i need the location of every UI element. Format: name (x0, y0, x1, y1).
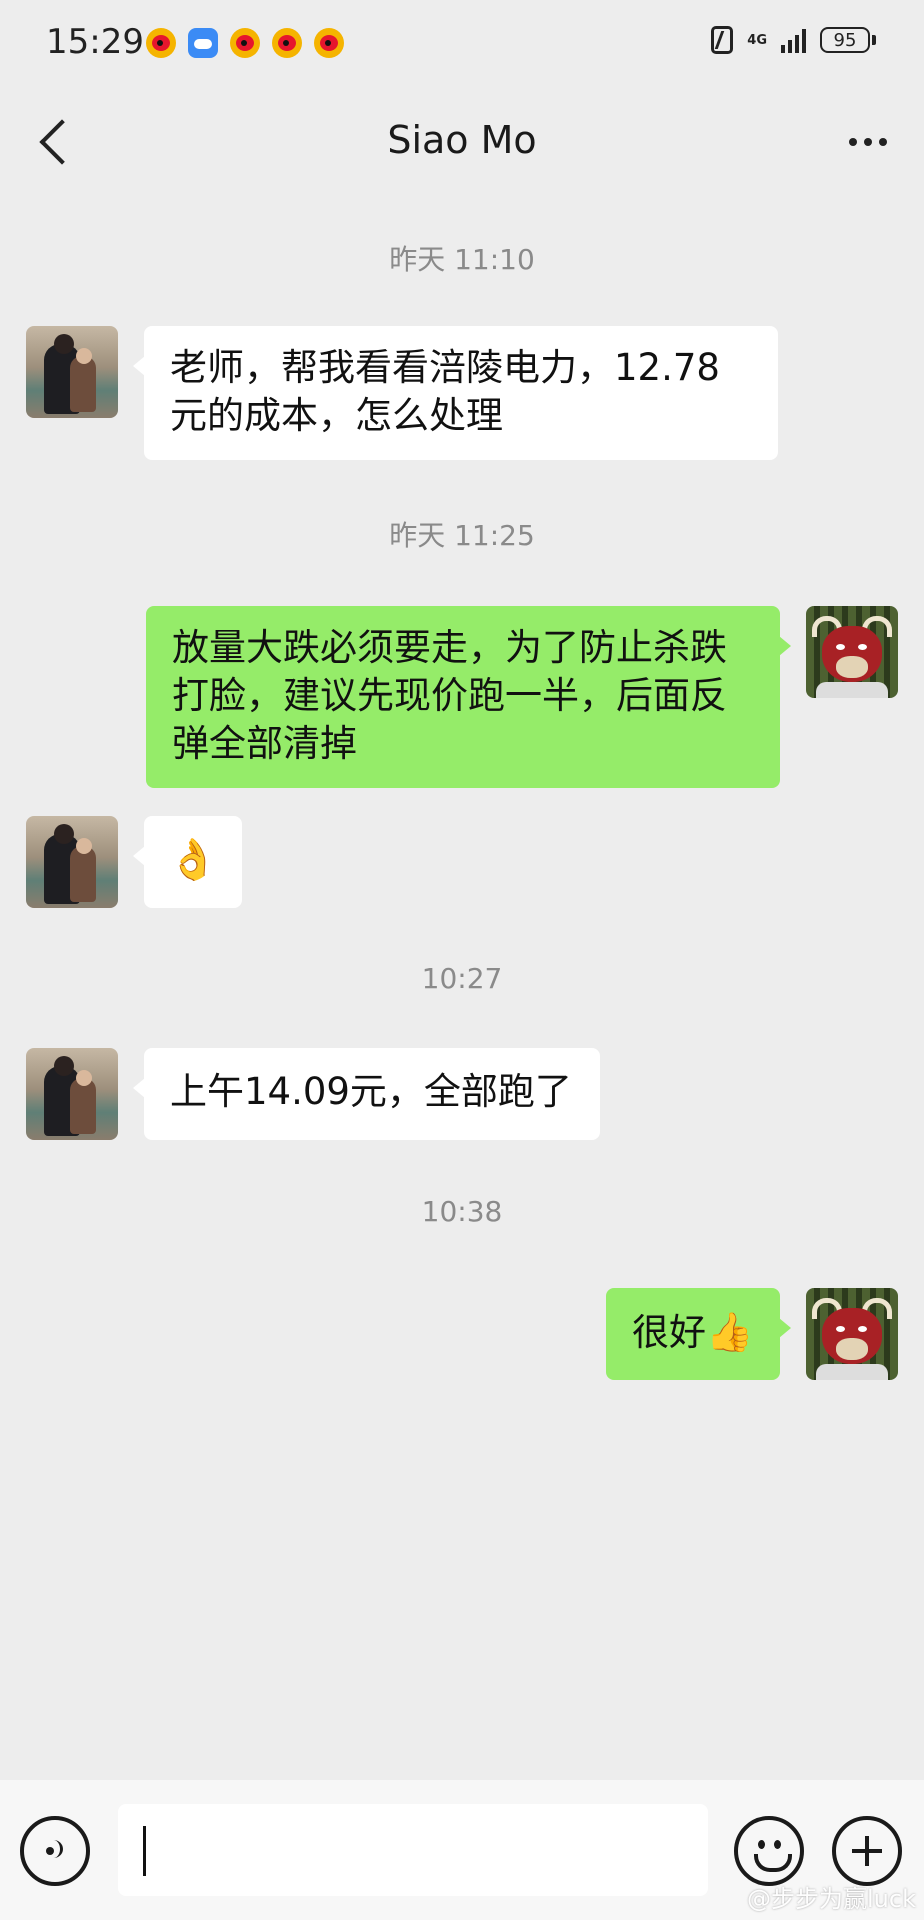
ok-hand-emoji: 👌 (168, 837, 218, 883)
thumbs-up-emoji: 👍 (706, 1310, 754, 1354)
chat-header: Siao Mo (0, 96, 924, 192)
message-text: 很好 (632, 1311, 706, 1354)
battery-icon: 95 (820, 27, 876, 53)
status-bar: 15:29 4G 95 (0, 0, 924, 88)
weibo-icon (230, 28, 260, 58)
notification-icons (146, 28, 344, 58)
message-timestamp: 10:38 (421, 1195, 503, 1228)
message-input[interactable] (118, 1804, 708, 1896)
message-timestamp: 昨天 11:10 (389, 243, 535, 276)
message-timestamp: 昨天 11:25 (389, 519, 535, 552)
outgoing-message-bubble[interactable]: 很好👍 (606, 1288, 791, 1380)
my-avatar[interactable] (806, 1288, 898, 1380)
my-avatar[interactable] (806, 606, 898, 698)
signal-icon (781, 27, 806, 53)
status-time: 15:29 (46, 22, 144, 62)
incoming-message-bubble[interactable]: 上午14.09元，全部跑了 (133, 1048, 600, 1140)
contact-avatar[interactable] (26, 816, 118, 908)
cloud-icon (188, 28, 218, 58)
battery-level: 95 (820, 27, 870, 53)
watermark: @步步为赢luck (747, 1885, 916, 1913)
chat-input-bar: @步步为赢luck (0, 1780, 924, 1920)
weibo-icon (146, 28, 176, 58)
system-icons: 4G 95 (711, 26, 876, 54)
nfc-icon (711, 26, 734, 54)
contact-avatar[interactable] (26, 326, 118, 418)
more-options-button[interactable] (836, 122, 900, 162)
voice-input-button[interactable] (20, 1816, 90, 1886)
voice-icon (42, 1838, 68, 1864)
incoming-emoji-bubble[interactable]: 👌 (133, 816, 242, 908)
text-caret (143, 1826, 146, 1876)
emoji-button[interactable] (734, 1816, 804, 1886)
network-type: 4G (747, 32, 767, 48)
more-functions-button[interactable] (832, 1816, 902, 1886)
message-timestamp: 10:27 (421, 962, 503, 995)
weibo-icon (314, 28, 344, 58)
outgoing-message-bubble[interactable]: 放量大跌必须要走，为了防止杀跌打脸，建议先现价跑一半，后面反弹全部清掉 (146, 606, 791, 788)
weibo-icon (272, 28, 302, 58)
incoming-message-bubble[interactable]: 老师，帮我看看涪陵电力，12.78元的成本，怎么处理 (133, 326, 778, 460)
chat-title: Siao Mo (387, 118, 537, 162)
contact-avatar[interactable] (26, 1048, 118, 1140)
